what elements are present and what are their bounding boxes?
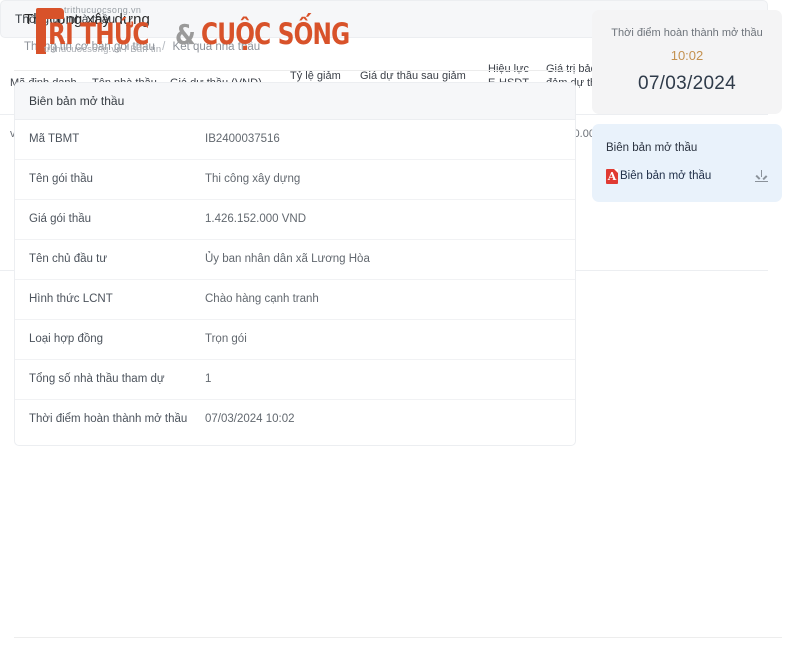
- detail-value: 1: [205, 373, 212, 385]
- countdown-time: 10:02: [670, 48, 704, 63]
- page-root: Thi công xây dựng Thông tin cơ bản gói t…: [0, 0, 800, 645]
- countdown-label: Thời điểm hoàn thành mở thầu: [611, 27, 763, 39]
- detail-card-title: Biên bản mở thầu: [15, 83, 575, 120]
- detail-label: Tên gói thầu: [29, 173, 93, 185]
- page-title: Thi công xây dựng: [24, 11, 150, 28]
- bid-opening-record-card: Biên bản mở thầu Mã TBMT IB2400037516 Tê…: [14, 82, 576, 446]
- detail-row: Thời điểm hoàn thành mở thầu 07/03/2024 …: [15, 400, 575, 439]
- detail-value: Ủy ban nhân dân xã Lương Hòa: [205, 253, 370, 265]
- document-card: Biên bản mở thầu Biên bản mở thầu: [592, 124, 782, 202]
- document-link-row: Biên bản mở thầu: [606, 168, 768, 184]
- detail-row: Mã TBMT IB2400037516: [15, 120, 575, 160]
- header-divider: [14, 70, 576, 71]
- detail-row: Giá gói thầu 1.426.152.000 VND: [15, 200, 575, 240]
- detail-row: Tổng số nhà thầu tham dự 1: [15, 360, 575, 400]
- detail-value: Thi công xây dựng: [205, 173, 301, 185]
- pdf-icon: [606, 168, 618, 184]
- footer-divider: [14, 637, 782, 638]
- document-card-title: Biên bản mở thầu: [606, 142, 698, 154]
- detail-label: Hình thức LCNT: [29, 293, 113, 305]
- detail-label: Giá gói thầu: [29, 213, 92, 225]
- detail-label: Mã TBMT: [29, 133, 80, 145]
- detail-value: 1.426.152.000 VND: [205, 213, 307, 225]
- document-download-link[interactable]: Biên bản mở thầu: [620, 168, 711, 184]
- detail-label: Loại hợp đồng: [29, 333, 104, 345]
- breadcrumb-item-2[interactable]: Kết quả nhà thầu: [173, 41, 261, 53]
- detail-label: Tổng số nhà thầu tham dự: [29, 373, 165, 385]
- detail-row: Tên chủ đầu tư Ủy ban nhân dân xã Lương …: [15, 240, 575, 280]
- detail-row: Hình thức LCNT Chào hàng cạnh tranh: [15, 280, 575, 320]
- countdown-date: 07/03/2024: [637, 73, 737, 94]
- detail-value: Chào hàng cạnh tranh: [205, 293, 319, 305]
- bid-opening-time-card: Thời điểm hoàn thành mở thầu 10:02 07/03…: [592, 10, 782, 114]
- breadcrumb: Thông tin cơ bản gói thầu / Kết quả nhà …: [24, 40, 564, 55]
- breadcrumb-item-1[interactable]: Thông tin cơ bản gói thầu: [24, 41, 155, 53]
- detail-value: IB2400037516: [205, 133, 280, 145]
- breadcrumb-separator: /: [162, 41, 166, 53]
- download-icon[interactable]: [755, 169, 768, 183]
- detail-row: Tên gói thầu Thi công xây dựng: [15, 160, 575, 200]
- detail-value: 07/03/2024 10:02: [205, 413, 295, 425]
- detail-row: Loại hợp đồng Trọn gói: [15, 320, 575, 360]
- detail-label: Tên chủ đầu tư: [29, 253, 108, 265]
- detail-label: Thời điểm hoàn thành mở thầu: [29, 413, 188, 425]
- page-header: Thi công xây dựng Thông tin cơ bản gói t…: [24, 10, 564, 55]
- detail-card-body: Mã TBMT IB2400037516 Tên gói thầu Thi cô…: [15, 120, 575, 445]
- detail-value: Trọn gói: [205, 333, 247, 345]
